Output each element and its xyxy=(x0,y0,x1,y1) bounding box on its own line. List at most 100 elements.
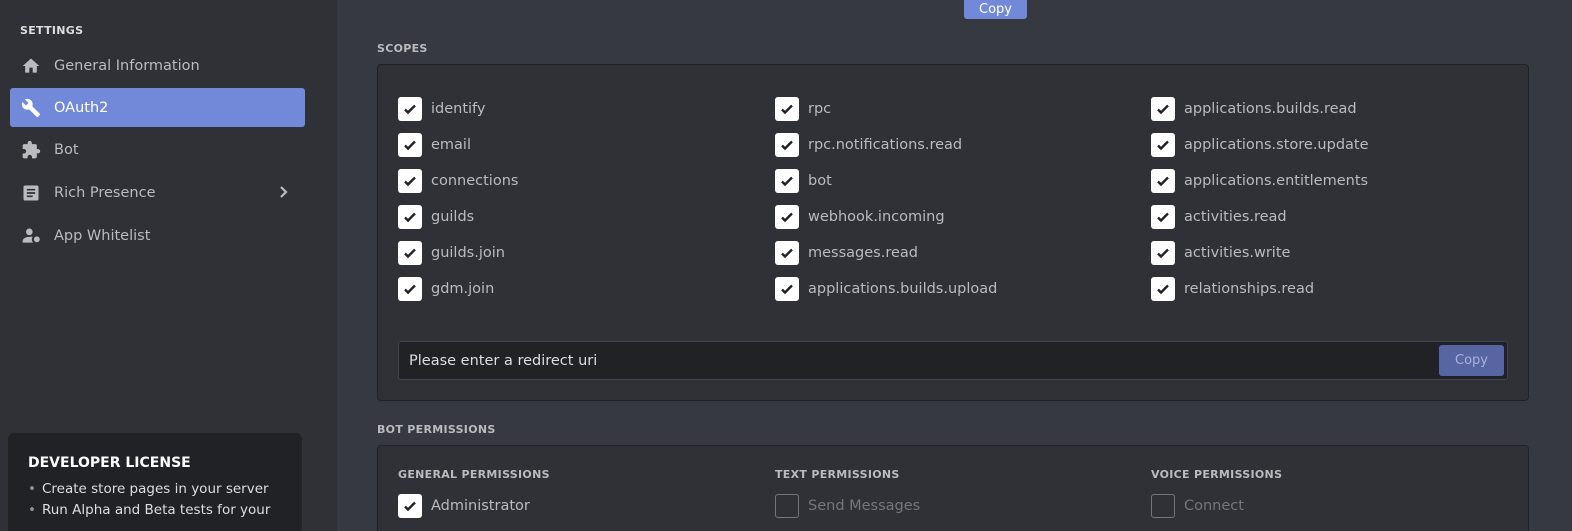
check-icon xyxy=(1157,284,1169,295)
scope-checkbox-activities-read[interactable]: activities.read xyxy=(1151,205,1287,229)
check-icon xyxy=(781,176,793,187)
checkbox-checked[interactable] xyxy=(398,241,422,265)
check-icon xyxy=(781,248,793,259)
scope-checkbox-relationships-read[interactable]: relationships.read xyxy=(1151,277,1314,301)
scope-checkbox-rpc[interactable]: rpc xyxy=(775,97,831,121)
scope-checkbox-rpc-notifications-read[interactable]: rpc.notifications.read xyxy=(775,133,962,157)
scope-label: applications.store.update xyxy=(1184,137,1369,153)
checkbox-checked[interactable] xyxy=(398,277,422,301)
developer-license-card: DEVELOPER LICENSE Create store pages in … xyxy=(8,433,302,531)
person-icon xyxy=(20,225,42,247)
sidebar-item-label: App Whitelist xyxy=(54,227,151,244)
checkbox-checked[interactable] xyxy=(1151,277,1175,301)
scope-label: rpc xyxy=(808,101,832,117)
scope-label: activities.write xyxy=(1184,245,1291,261)
checkbox-checked[interactable] xyxy=(398,494,422,518)
checkbox-checked[interactable] xyxy=(775,241,799,265)
checkbox-unchecked[interactable] xyxy=(1151,494,1175,518)
scope-checkbox-applications-builds-upload[interactable]: applications.builds.upload xyxy=(775,277,997,301)
sidebar-item-label: General Information xyxy=(54,57,200,74)
permission-label: Connect xyxy=(1184,498,1244,514)
checkbox-unchecked[interactable] xyxy=(775,494,799,518)
checkbox-checked[interactable] xyxy=(1151,169,1175,193)
sidebar-item-rich-presence[interactable]: Rich Presence xyxy=(10,173,305,212)
checkbox-checked[interactable] xyxy=(1151,133,1175,157)
sidebar-item-oauth2[interactable]: OAuth2 xyxy=(10,88,305,127)
voice-permissions-heading: VOICE PERMISSIONS xyxy=(1151,468,1283,481)
scope-label: messages.read xyxy=(808,245,918,261)
permission-label: Administrator xyxy=(431,498,530,514)
scope-checkbox-applications-entitlements[interactable]: applications.entitlements xyxy=(1151,169,1368,193)
check-icon xyxy=(781,104,793,115)
scope-label: connections xyxy=(431,173,519,189)
scope-checkbox-connections[interactable]: connections xyxy=(398,169,518,193)
check-icon xyxy=(404,284,416,295)
license-bullets: Create store pages in your server Run Al… xyxy=(28,481,282,518)
scope-label: applications.builds.upload xyxy=(808,281,998,297)
scope-label: email xyxy=(431,137,471,153)
scope-checkbox-gdm-join[interactable]: gdm.join xyxy=(398,277,494,301)
checkbox-checked[interactable] xyxy=(775,169,799,193)
check-icon xyxy=(1157,212,1169,223)
scope-checkbox-applications-store-update[interactable]: applications.store.update xyxy=(1151,133,1369,157)
scope-checkbox-bot[interactable]: bot xyxy=(775,169,832,193)
checkbox-checked[interactable] xyxy=(1151,241,1175,265)
license-bullet: Run Alpha and Beta tests for your xyxy=(28,502,282,518)
scope-label: webhook.incoming xyxy=(808,209,945,225)
check-icon xyxy=(1157,140,1169,151)
redirect-copy-button[interactable]: Copy xyxy=(1439,345,1504,376)
check-icon xyxy=(1157,176,1169,187)
sidebar-item-label: Rich Presence xyxy=(54,184,156,201)
scope-label: guilds xyxy=(431,209,475,225)
scope-checkbox-guilds-join[interactable]: guilds.join xyxy=(398,241,505,265)
scope-checkbox-activities-write[interactable]: activities.write xyxy=(1151,241,1290,265)
check-icon xyxy=(404,248,416,259)
home-icon xyxy=(20,55,42,77)
sidebar-item-app-whitelist[interactable]: App Whitelist xyxy=(10,216,305,255)
checkbox-checked[interactable] xyxy=(775,133,799,157)
checkbox-checked[interactable] xyxy=(775,277,799,301)
license-bullet: Create store pages in your server xyxy=(28,481,282,497)
check-icon xyxy=(781,212,793,223)
checkbox-checked[interactable] xyxy=(1151,205,1175,229)
checkbox-checked[interactable] xyxy=(398,133,422,157)
check-icon xyxy=(404,501,416,512)
copy-button[interactable]: Copy xyxy=(964,0,1027,19)
checkbox-checked[interactable] xyxy=(398,169,422,193)
check-icon xyxy=(1157,248,1169,259)
text-permissions-heading: TEXT PERMISSIONS xyxy=(775,468,900,481)
scope-checkbox-guilds[interactable]: guilds xyxy=(398,205,474,229)
puzzle-icon xyxy=(20,139,42,161)
check-icon xyxy=(781,284,793,295)
document-icon xyxy=(20,182,42,204)
scope-label: rpc.notifications.read xyxy=(808,137,963,153)
scope-checkbox-applications-builds-read[interactable]: applications.builds.read xyxy=(1151,97,1357,121)
checkbox-checked[interactable] xyxy=(1151,97,1175,121)
scope-label: applications.builds.read xyxy=(1184,101,1357,117)
scope-label: relationships.read xyxy=(1184,281,1315,297)
checkbox-checked[interactable] xyxy=(775,205,799,229)
chevron-right-icon xyxy=(275,184,291,200)
scope-label: applications.entitlements xyxy=(1184,173,1369,189)
sidebar-item-bot[interactable]: Bot xyxy=(10,130,305,169)
scope-checkbox-messages-read[interactable]: messages.read xyxy=(775,241,918,265)
sidebar-item-general-information[interactable]: General Information xyxy=(10,46,305,85)
permission-checkbox-connect[interactable]: Connect xyxy=(1151,494,1244,518)
scope-label: activities.read xyxy=(1184,209,1287,225)
scope-checkbox-email[interactable]: email xyxy=(398,133,471,157)
check-icon xyxy=(404,104,416,115)
scope-checkbox-webhook-incoming[interactable]: webhook.incoming xyxy=(775,205,945,229)
check-icon xyxy=(404,176,416,187)
permission-checkbox-administrator[interactable]: Administrator xyxy=(398,494,530,518)
checkbox-checked[interactable] xyxy=(775,97,799,121)
check-icon xyxy=(404,140,416,151)
scope-checkbox-identify[interactable]: identify xyxy=(398,97,486,121)
redirect-uri-input[interactable] xyxy=(399,342,1429,379)
check-icon xyxy=(404,212,416,223)
scope-label: gdm.join xyxy=(431,281,495,297)
checkbox-checked[interactable] xyxy=(398,205,422,229)
settings-heading: SETTINGS xyxy=(20,24,84,37)
checkbox-checked[interactable] xyxy=(398,97,422,121)
bot-permissions-title: BOT PERMISSIONS xyxy=(377,423,496,436)
permission-checkbox-send-messages[interactable]: Send Messages xyxy=(775,494,920,518)
